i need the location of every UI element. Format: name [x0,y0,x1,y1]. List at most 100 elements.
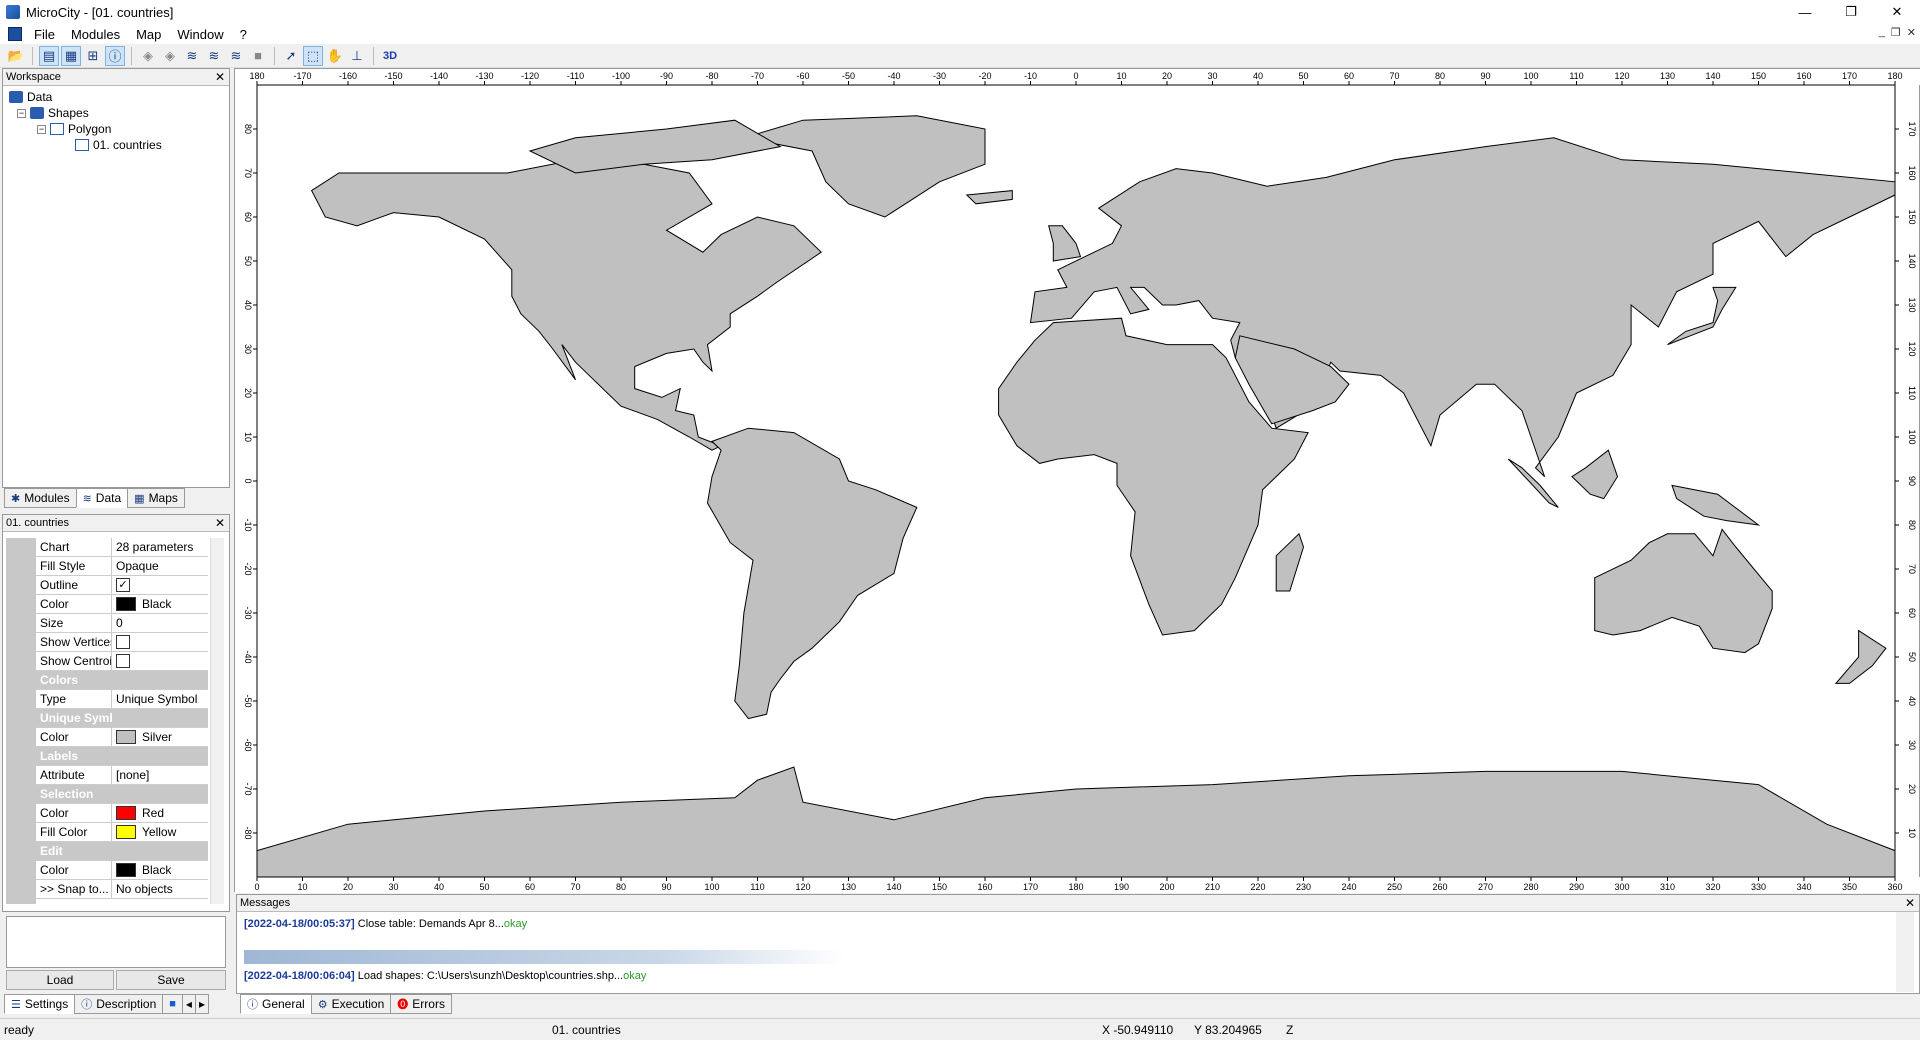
property-value[interactable] [112,671,208,690]
messages-scrollbar[interactable] [1896,912,1914,992]
tab-errors[interactable]: ⓿ Errors [390,994,452,1014]
pan-hand-icon[interactable]: ✋ [325,46,345,66]
tab-extra[interactable]: ■ [162,994,183,1014]
color-swatch[interactable] [116,597,136,611]
color-swatch[interactable] [116,863,136,877]
property-value[interactable] [112,842,208,861]
properties-toggle-icon[interactable]: ▦ [61,45,81,66]
layers-add-icon[interactable]: ≋ [204,46,224,66]
zoom-next-icon[interactable]: ◈ [160,46,180,66]
property-value[interactable]: [none] [112,766,208,785]
info-icon[interactable]: ⓘ [105,45,125,66]
property-value[interactable]: No objects [112,880,208,899]
messages-close-icon[interactable]: ✕ [1905,895,1915,911]
property-row[interactable]: Size 0 [36,614,208,633]
tab-description[interactable]: ⓘ Description [74,994,164,1014]
checkbox[interactable]: ✓ [116,578,130,592]
3d-icon[interactable]: 3D [380,46,400,66]
property-value[interactable]: Silver [112,728,208,747]
tree-item-data[interactable]: Data [9,89,162,105]
property-row[interactable]: Selection [36,785,208,804]
tab-settings[interactable]: ☰ Settings [4,994,76,1014]
tab-data[interactable]: ≋ Data [75,488,129,508]
collapse-icon[interactable]: − [17,108,26,118]
property-row[interactable]: Show Vertices [36,633,208,652]
property-value[interactable] [112,747,208,766]
property-value[interactable]: Yellow [112,823,208,842]
menu-window[interactable]: Window [169,27,231,42]
property-value[interactable] [112,633,208,652]
property-value[interactable]: 28 parameters [112,538,208,557]
zoom-prev-icon[interactable]: ◈ [138,46,158,66]
workspace-toggle-icon[interactable]: ▤ [39,45,59,66]
property-row[interactable]: Show Centroid [36,652,208,671]
property-value[interactable]: ✓ [112,576,208,595]
property-value[interactable]: Unique Symbol [112,690,208,709]
property-value[interactable] [112,652,208,671]
tab-maps[interactable]: ▦ Maps [127,488,185,508]
property-row[interactable]: Color Red [36,804,208,823]
property-row[interactable]: Chart 28 parameters [36,538,208,557]
checkbox[interactable] [116,635,130,649]
tree-item-countries[interactable]: 01. countries [75,137,162,153]
property-value[interactable]: Red [112,804,208,823]
minimize-icon[interactable]: — [1782,0,1828,24]
map-canvas[interactable]: 180 -170 -160 -150 -140 -130 -120 -110 -100 -90 -8… [235,69,1920,893]
tab-execution[interactable]: ⚙ Execution [310,994,392,1014]
color-swatch[interactable] [116,730,136,744]
tab-scroll-right[interactable]: ▸ [194,994,209,1014]
property-value[interactable]: 0 [112,614,208,633]
mdi-minimize-icon[interactable]: _ [1879,26,1885,39]
property-row[interactable]: Unique Symbol [36,709,208,728]
property-row[interactable]: >> Snap to... No objects [36,880,208,899]
tree-item-polygon[interactable]: − Polygon [37,121,162,137]
property-value[interactable]: Black [112,595,208,614]
maximize-icon[interactable]: ❐ [1828,0,1874,24]
collapse-icon[interactable]: − [37,124,46,134]
measure-icon[interactable]: ⊥ [347,46,367,66]
workspace-close-icon[interactable]: ✕ [215,69,225,85]
menu-modules[interactable]: Modules [63,27,128,42]
tab-general[interactable]: ⓘ General [240,994,312,1014]
properties-scrollbar[interactable] [210,538,224,904]
property-row[interactable]: Fill Style Opaque [36,557,208,576]
save-button[interactable]: Save [116,970,226,990]
menu-file[interactable]: File [26,27,63,42]
properties-close-icon[interactable]: ✕ [215,515,225,531]
property-row[interactable]: Edit [36,842,208,861]
property-row[interactable]: Outline ✓ [36,576,208,595]
map-view[interactable]: 180 -170 -160 -150 -140 -130 -120 -110 -100 -90 -8… [234,68,1920,893]
mdi-restore-icon[interactable]: ❐ [1891,26,1901,39]
tree-icon[interactable]: ⊞ [83,46,103,66]
tab-scroll-left[interactable]: ◂ [181,994,196,1014]
tree-item-shapes[interactable]: − Shapes [17,105,162,121]
color-swatch[interactable] [116,825,136,839]
checkbox[interactable] [116,654,130,668]
open-icon[interactable]: 📂 [6,46,26,66]
layers-edit-icon[interactable]: ≋ [226,46,246,66]
property-row[interactable]: Labels [36,747,208,766]
document-icon[interactable] [8,27,22,41]
stop-icon[interactable]: ■ [248,46,268,66]
mdi-close-icon[interactable]: ✕ [1907,26,1916,39]
property-row[interactable]: Color Silver [36,728,208,747]
tab-modules[interactable]: ✱ Modules [4,488,77,508]
property-value[interactable]: Opaque [112,557,208,576]
property-row[interactable]: Type Unique Symbol [36,690,208,709]
menu-help[interactable]: ? [232,27,255,42]
property-row[interactable]: Colors [36,671,208,690]
property-row[interactable]: Color Black [36,861,208,880]
layers-icon[interactable]: ≋ [182,46,202,66]
property-value[interactable] [112,709,208,728]
close-icon[interactable]: ✕ [1874,0,1920,24]
menu-map[interactable]: Map [128,27,169,42]
property-value[interactable] [112,785,208,804]
property-row[interactable]: Color Black [36,595,208,614]
property-row[interactable]: Fill Color Yellow [36,823,208,842]
property-value[interactable]: Black [112,861,208,880]
zoom-box-icon[interactable]: ⬚ [303,45,323,66]
property-row[interactable]: Attribute [none] [36,766,208,785]
load-button[interactable]: Load [6,970,114,990]
color-swatch[interactable] [116,806,136,820]
pointer-icon[interactable]: ➚ [281,46,301,66]
